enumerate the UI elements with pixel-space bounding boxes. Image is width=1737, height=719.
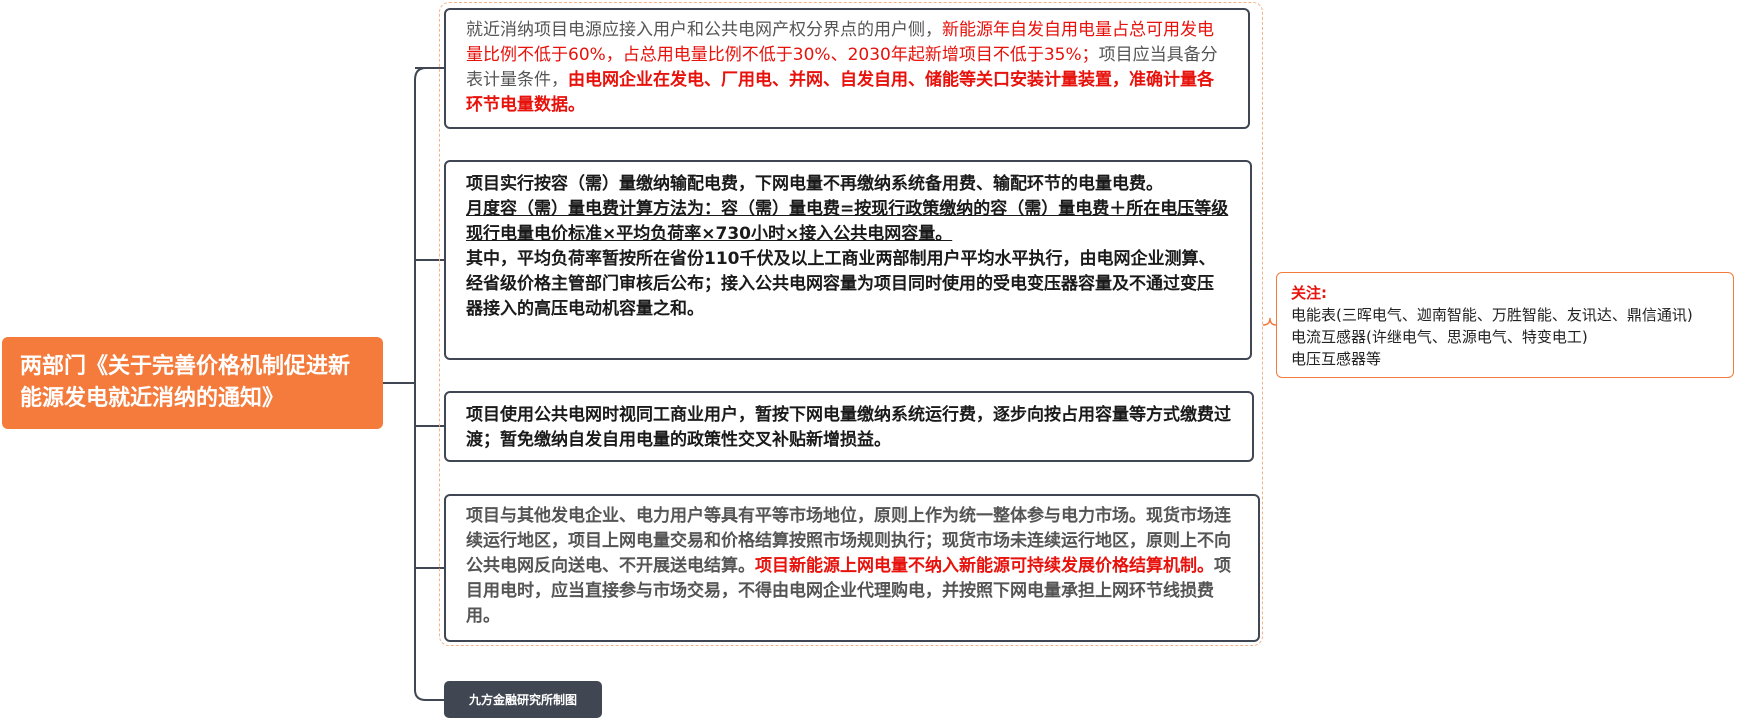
topic-paragraph: 项目实行按容（需）量缴纳输配电费，下网电量不再缴纳系统备用费、输配环节的电量电费… [466, 174, 1163, 194]
topic-capacity-fee[interactable]: 项目实行按容（需）量缴纳输配电费，下网电量不再缴纳系统备用费、输配环节的电量电费… [444, 160, 1252, 360]
root-topic[interactable]: 两部门《关于完善价格机制促进新能源发电就近消纳的通知》 [2, 337, 383, 429]
callout-line: 电压互感器等 [1291, 350, 1382, 368]
root-topic-title: 两部门《关于完善价格机制促进新能源发电就近消纳的通知》 [20, 354, 351, 411]
footer-credit-label: 九方金融研究所制图 [444, 681, 602, 718]
callout-note[interactable]: 关注: 电能表(三晖电气、迦南智能、万胜智能、友讯达、鼎信通讯) 电流互感器(许… [1276, 272, 1734, 378]
topic-highlight: 项目新能源上网电量不纳入新能源可持续发展价格结算机制。 [755, 556, 1214, 576]
topic-highlight: 由电网企业在发电、厂用电、并网、自发自用、储能等关口安装计量装置，准确计量各环节… [466, 70, 1214, 115]
callout-line: 电能表(三晖电气、迦南智能、万胜智能、友讯达、鼎信通讯) [1291, 306, 1693, 324]
topic-text: 就近消纳项目电源应接入用户和公共电网产权分界点的用户侧， [466, 20, 942, 40]
topic-text: 项目使用公共电网时视同工商业用户，暂按下网电量缴纳系统运行费，逐步向按占用容量等… [466, 405, 1231, 450]
topic-system-operation-fee[interactable]: 项目使用公共电网时视同工商业用户，暂按下网电量缴纳系统运行费，逐步向按占用容量等… [444, 391, 1254, 462]
mind-map: 两部门《关于完善价格机制促进新能源发电就近消纳的通知》 就近消纳项目电源应接入用… [0, 0, 1737, 719]
callout-line: 电流互感器(许继电气、思源电气、特变电工) [1291, 328, 1588, 346]
topic-formula: 月度容（需）量电费计算方法为：容（需）量电费=按现行政策缴纳的容（需）量电费＋所… [466, 199, 1229, 244]
callout-title: 关注: [1291, 284, 1327, 302]
topic-market-participation[interactable]: 项目与其他发电企业、电力用户等具有平等市场地位，原则上作为统一整体参与电力市场。… [444, 494, 1260, 642]
footer-credit-text: 九方金融研究所制图 [468, 693, 577, 707]
topic-metering-requirements[interactable]: 就近消纳项目电源应接入用户和公共电网产权分界点的用户侧，新能源年自发自用电量占总… [444, 8, 1250, 129]
topic-paragraph: 其中，平均负荷率暂按所在省份110千伏及以上工商业两部制用户平均水平执行，由电网… [466, 249, 1216, 319]
